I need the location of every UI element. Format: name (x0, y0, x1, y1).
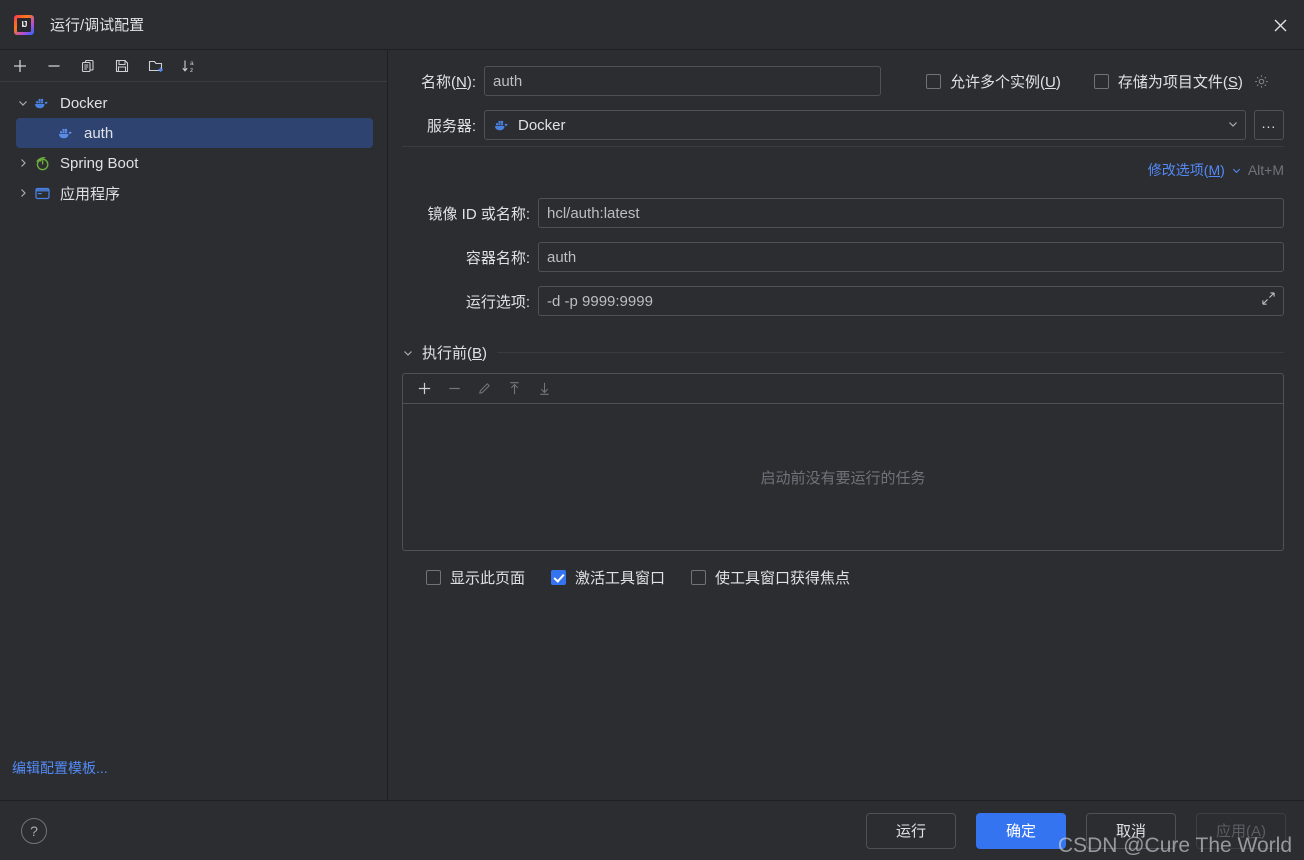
before-launch-options-row: 显示此页面 激活工具窗口 使工具窗口获得焦点 (426, 567, 1284, 588)
show-this-page-label: 显示此页面 (450, 570, 526, 587)
container-name-input[interactable] (538, 242, 1284, 272)
checkbox-box[interactable] (551, 570, 567, 585)
sidebar-toolbar: a z (0, 50, 387, 82)
title-bar: 运行/调试配置 (0, 0, 1304, 50)
image-row: 镜像 ID 或名称: (402, 198, 1284, 228)
dialog-body: a z Docker auth Spring Boot 应用程序 编辑配置模板.… (0, 50, 1304, 800)
cancel-button[interactable]: 取消 (1086, 812, 1176, 849)
edit-configuration-templates-link[interactable]: 编辑配置模板... (12, 760, 108, 776)
server-row: 服务器: Docker ... (402, 110, 1284, 140)
show-this-page-checkbox[interactable]: 显示此页面 (426, 567, 525, 588)
remove-task-button (443, 378, 465, 400)
footer-buttons: 运行 确定 取消 应用(A) (866, 812, 1286, 849)
edit-task-button (473, 378, 495, 400)
focus-tool-window-checkbox[interactable]: 使工具窗口获得焦点 (691, 567, 850, 588)
checkbox-box[interactable] (426, 570, 441, 585)
name-row: 名称(N): 允许多个实例(U) 存储为项目文件(S) (402, 66, 1284, 96)
before-launch-title: 执行前(B) (422, 345, 488, 362)
tasks-empty-message: 启动前没有要运行的任务 (760, 469, 926, 487)
tree-item-application[interactable]: 应用程序 (0, 178, 387, 208)
container-row: 容器名称: (402, 242, 1284, 272)
name-input[interactable] (484, 66, 881, 96)
configurations-tree: Docker auth Spring Boot 应用程序 (0, 82, 387, 758)
chevron-right-icon[interactable] (14, 158, 32, 168)
new-folder-button[interactable] (142, 53, 170, 79)
tasks-toolbar (403, 374, 1283, 404)
tree-item-docker[interactable]: Docker (0, 88, 387, 118)
gear-icon[interactable] (1251, 70, 1273, 92)
sidebar-footer: 编辑配置模板... (0, 758, 387, 800)
spring-boot-icon (32, 156, 52, 171)
activate-tool-window-label: 激活工具窗口 (575, 570, 666, 587)
store-as-project-file-label: 存储为项目文件(S) (1117, 73, 1243, 91)
allow-multiple-instances-label: 允许多个实例(U) (950, 73, 1061, 91)
remove-configuration-button[interactable] (40, 53, 68, 79)
modify-options-link[interactable]: 修改选项(M) (1148, 160, 1225, 180)
name-mnemonic: N (455, 73, 467, 91)
add-task-button[interactable] (413, 378, 435, 400)
before-launch-header: 执行前(B) (402, 342, 1284, 363)
checkbox-box[interactable] (926, 73, 941, 89)
configuration-editor-panel: 名称(N): 允许多个实例(U) 存储为项目文件(S) (388, 50, 1304, 800)
before-launch-tasks-box: 启动前没有要运行的任务 (402, 373, 1284, 551)
intellij-idea-icon (14, 14, 34, 35)
checkbox-box[interactable] (691, 570, 707, 585)
close-icon[interactable] (1256, 0, 1304, 50)
run-debug-configurations-dialog: 运行/调试配置 (0, 0, 1304, 860)
divider (402, 146, 1284, 147)
run-options-label: 运行选项: (465, 293, 530, 311)
section-divider (497, 352, 1284, 353)
run-button[interactable]: 运行 (866, 812, 956, 849)
store-as-project-file-checkbox[interactable]: 存储为项目文件(S) (1093, 71, 1243, 92)
add-configuration-button[interactable] (6, 53, 34, 79)
copy-configuration-button[interactable] (74, 53, 102, 79)
run-options-row: 运行选项: (402, 286, 1284, 316)
docker-whale-icon (494, 118, 511, 132)
tree-item-label: Docker (60, 94, 108, 112)
tree-item-label: auth (84, 124, 114, 142)
server-selected-value: Docker (518, 116, 566, 134)
docker-whale-icon (56, 126, 76, 140)
tree-item-label: 应用程序 (60, 185, 121, 203)
tree-item-label: Spring Boot (60, 154, 139, 172)
tree-item-spring-boot[interactable]: Spring Boot (0, 148, 387, 178)
chevron-down-icon[interactable] (14, 98, 32, 108)
configurations-sidebar: a z Docker auth Spring Boot 应用程序 编辑配置模板.… (0, 50, 388, 800)
save-configuration-button[interactable] (108, 53, 136, 79)
ok-button[interactable]: 确定 (976, 812, 1066, 849)
image-id-input[interactable] (538, 198, 1284, 228)
chevron-down-icon[interactable] (1227, 117, 1239, 134)
application-icon (32, 186, 52, 201)
move-up-button (503, 378, 525, 400)
sort-configurations-button[interactable]: a z (176, 53, 204, 79)
svg-text:z: z (190, 67, 193, 74)
image-label: 镜像 ID 或名称: (427, 205, 530, 223)
activate-tool-window-checkbox[interactable]: 激活工具窗口 (551, 567, 665, 588)
chevron-right-icon[interactable] (14, 188, 32, 198)
dialog-footer: ? 运行 确定 取消 应用(A) CSDN @Cure The World (0, 800, 1304, 860)
modify-options-shortcut: Alt+M (1247, 162, 1284, 178)
expand-editor-icon[interactable] (1261, 291, 1276, 311)
server-dropdown[interactable]: Docker (484, 110, 1246, 140)
tree-item-auth[interactable]: auth (16, 118, 373, 148)
help-icon[interactable]: ? (21, 817, 47, 844)
docker-whale-icon (32, 96, 52, 110)
server-browse-button[interactable]: ... (1254, 110, 1284, 140)
server-label: 服务器: (426, 117, 476, 135)
move-down-button (533, 378, 555, 400)
chevron-down-icon[interactable] (1231, 165, 1242, 176)
chevron-down-icon[interactable] (402, 347, 414, 359)
allow-multiple-instances-checkbox[interactable]: 允许多个实例(U) (926, 71, 1061, 92)
name-label: 名称(N): (420, 73, 476, 91)
apply-button: 应用(A) (1196, 812, 1286, 849)
container-label: 容器名称: (465, 249, 530, 267)
checkbox-box[interactable] (1093, 73, 1109, 89)
focus-tool-window-label: 使工具窗口获得焦点 (715, 570, 851, 587)
modify-options-row: 修改选项(M) Alt+M (402, 160, 1284, 180)
run-options-input[interactable] (538, 286, 1284, 316)
dialog-title: 运行/调试配置 (50, 17, 145, 34)
svg-text:a: a (190, 60, 194, 67)
